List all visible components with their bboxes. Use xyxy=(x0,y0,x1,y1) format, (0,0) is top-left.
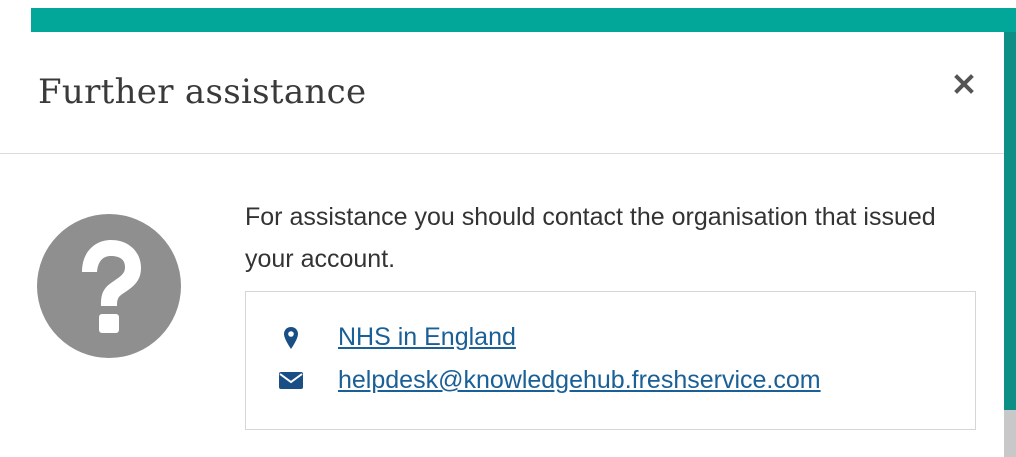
close-icon xyxy=(954,74,974,94)
contact-email-row: helpdesk@knowledgehub.freshservice.com xyxy=(278,366,821,395)
contact-organisation-row: NHS in England xyxy=(278,323,516,352)
map-marker-icon xyxy=(278,326,304,350)
close-button[interactable] xyxy=(946,66,982,102)
background-header-bar xyxy=(31,8,1016,32)
background-scrollbar xyxy=(1004,410,1016,457)
dialog-title: Further assistance xyxy=(38,72,367,112)
dialog-header: Further assistance xyxy=(0,32,1004,154)
background-page-edge xyxy=(1004,32,1016,457)
envelope-icon xyxy=(278,369,304,393)
helpdesk-email-link[interactable]: helpdesk@knowledgehub.freshservice.com xyxy=(338,366,821,395)
further-assistance-dialog: Further assistance For assistance you sh… xyxy=(0,32,1004,457)
contact-details-box: NHS in England helpdesk@knowledgehub.fre… xyxy=(245,291,976,430)
organisation-link[interactable]: NHS in England xyxy=(338,323,516,352)
question-circle-icon xyxy=(37,214,181,358)
assistance-message: For assistance you should contact the or… xyxy=(245,203,936,273)
